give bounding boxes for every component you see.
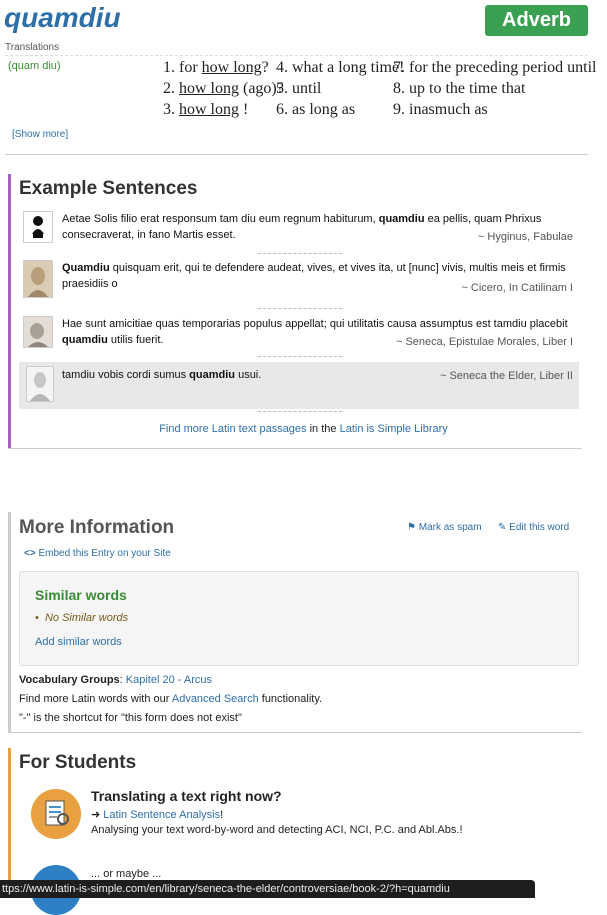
code-icon: <> <box>24 548 36 559</box>
example-row: tamdiu vobis cordi sumus quamdiu usui. ~… <box>19 362 579 409</box>
section-title: Example Sentences <box>19 178 198 199</box>
sentence-analysis-link[interactable]: Latin Sentence Analysis <box>103 809 220 821</box>
example-source[interactable]: ~ Hyginus, Fabulae <box>478 231 573 243</box>
divider <box>8 732 582 733</box>
alternate-form: (quam diu) <box>8 60 61 72</box>
divider <box>258 411 342 412</box>
pos-badge: Adverb <box>485 5 588 36</box>
or-maybe-text: ... or maybe ... <box>91 868 162 880</box>
divider <box>258 308 342 309</box>
divider <box>258 253 342 254</box>
portrait-icon <box>27 367 53 401</box>
vocab-group-link[interactable]: Kapitel 20 - Arcus <box>126 674 212 686</box>
portrait-icon <box>24 261 52 297</box>
author-avatar[interactable] <box>23 316 53 348</box>
add-similar-link[interactable]: Add similar words <box>35 636 122 648</box>
analysis-icon[interactable] <box>31 789 81 839</box>
divider <box>5 154 588 155</box>
library-link[interactable]: Latin is Simple Library <box>340 423 448 435</box>
translation-1: 1. for how long? <box>163 59 269 76</box>
example-row: Hae sunt amicitiae quas temporarias popu… <box>19 316 579 350</box>
find-more-link[interactable]: Find more Latin text passages <box>159 423 306 435</box>
list-item: • No Similar words <box>35 612 129 624</box>
students-heading: Translating a text right now? <box>91 788 282 804</box>
author-avatar[interactable] <box>23 211 53 243</box>
mark-spam-button[interactable]: ⚑ Mark as spam <box>407 522 482 533</box>
example-row: Quamdiu quisquam erit, qui te defendere … <box>19 260 579 302</box>
status-bar-url: ttps://www.latin-is-simple.com/en/librar… <box>0 880 535 898</box>
edit-word-button[interactable]: ✎ Edit this word <box>498 522 569 533</box>
flag-icon: ⚑ <box>407 522 416 533</box>
example-source[interactable]: ~ Cicero, In Catilinam I <box>461 282 573 294</box>
example-row: Aetae Solis filio erat responsum tam diu… <box>19 211 579 251</box>
portrait-icon <box>24 317 52 347</box>
translation-link[interactable]: how long <box>179 101 239 118</box>
section-title: More Information <box>19 517 175 538</box>
author-avatar[interactable] <box>23 260 53 298</box>
similar-words-title: Similar words <box>35 587 127 603</box>
analysis-line: ➜ Latin Sentence Analysis! <box>91 809 224 821</box>
arrow-icon: ➜ <box>91 809 101 821</box>
similar-words-panel: Similar words • No Similar words Add sim… <box>19 571 579 666</box>
translation-2: 2. how long (ago)? <box>163 80 284 97</box>
translation-link[interactable]: how long <box>202 59 262 76</box>
example-source[interactable]: ~ Seneca the Elder, Liber II <box>440 370 573 382</box>
show-more-link[interactable]: [Show more] <box>12 129 68 140</box>
translation-3: 3. how long ! <box>163 101 249 118</box>
divider <box>258 356 342 357</box>
advanced-search-link[interactable]: Advanced Search <box>172 693 259 705</box>
document-icon <box>45 800 69 826</box>
section-title: For Students <box>19 752 137 773</box>
bust-icon <box>32 216 44 238</box>
word-title: quamdiu <box>4 2 121 33</box>
translation-6: 6. as long as <box>276 101 356 118</box>
find-more-line: Find more Latin text passages in the Lat… <box>159 423 448 435</box>
translation-8: 8. up to the time that <box>393 80 526 97</box>
embed-link[interactable]: <> Embed this Entry on your Site <box>24 548 171 559</box>
translations-label: Translations <box>5 42 60 53</box>
analysis-description: Analysing your text word-by-word and det… <box>91 824 463 836</box>
vocabulary-groups: Vocabulary Groups: Kapitel 20 - Arcus <box>19 674 212 686</box>
divider <box>8 448 582 449</box>
example-source[interactable]: ~ Seneca, Epistulae Morales, Liber I <box>396 336 573 348</box>
shortcut-note: "-" is the shortcut for "this form does … <box>19 712 242 724</box>
translation-link[interactable]: how long <box>179 80 239 97</box>
translation-4: 4. what a long time! <box>276 59 405 76</box>
pencil-icon: ✎ <box>498 522 507 533</box>
find-more-words: Find more Latin words with our Advanced … <box>19 693 323 705</box>
translation-5: 5. until <box>276 80 322 97</box>
author-avatar[interactable] <box>26 366 54 402</box>
divider <box>5 55 588 56</box>
translation-7: 7. for the preceding period until <box>393 59 597 76</box>
translation-9: 9. inasmuch as <box>393 101 488 118</box>
